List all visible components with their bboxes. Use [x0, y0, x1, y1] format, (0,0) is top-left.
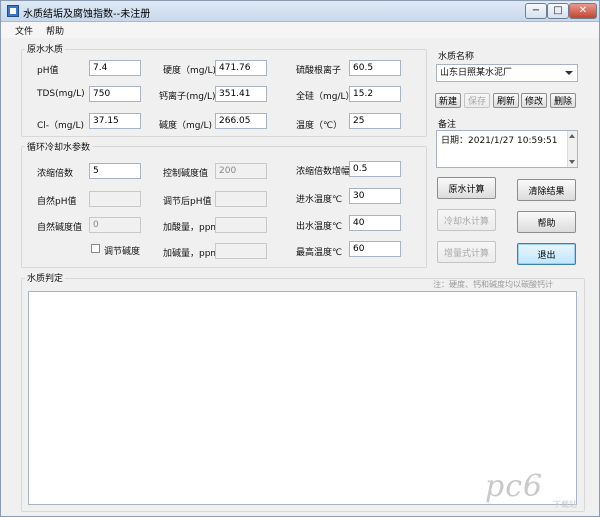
- natural-ph-input: [89, 191, 141, 207]
- app-window: 水质结垢及腐蚀指数--未注册 − □ ✕ 文件 帮助 原水水质 pH值 硬度（m…: [0, 0, 600, 517]
- calcium-carbonate-note: 注：硬度、钙和碱度均以碳酸钙计: [433, 280, 553, 289]
- exit-button[interactable]: 退出: [517, 243, 576, 265]
- control-alkalinity-input: [215, 163, 267, 179]
- edit-button[interactable]: 修改: [521, 93, 547, 108]
- save-button[interactable]: 保存: [464, 93, 490, 108]
- sulfate-input[interactable]: [349, 60, 401, 76]
- watermark-main: pc6: [485, 469, 544, 504]
- water-name-selected: 山东日照某水泥厂: [440, 68, 513, 78]
- control-alkalinity-label: 控制碱度值: [163, 169, 209, 179]
- cooling-water-title: 循环冷却水参数: [25, 140, 93, 153]
- silica-label: 全硅（mg/L）: [296, 92, 355, 102]
- alkali-dosage-input: [215, 243, 267, 259]
- window-title: 水质结垢及腐蚀指数--未注册: [23, 9, 151, 20]
- close-button[interactable]: ✕: [569, 3, 597, 19]
- watermark-sub: 下载站: [553, 500, 577, 509]
- inlet-temperature-label: 进水温度℃: [296, 195, 343, 205]
- alkalinity-input[interactable]: [215, 113, 267, 129]
- tds-label: TDS(mg/L): [37, 89, 85, 99]
- cooling-water-calc-button[interactable]: 冷却水计算: [437, 209, 496, 231]
- chloride-label: Cl-（mg/L): [37, 121, 85, 131]
- calcium-input[interactable]: [215, 86, 267, 102]
- refresh-button[interactable]: 刷新: [493, 93, 519, 108]
- remarks-scrollbar[interactable]: [567, 131, 577, 167]
- concentration-increment-input[interactable]: [349, 161, 401, 177]
- clear-results-button[interactable]: 清除结果: [517, 179, 576, 201]
- concentration-increment-label: 浓缩倍数增幅: [296, 167, 351, 177]
- raw-water-calc-button[interactable]: 原水计算: [437, 177, 496, 199]
- inlet-temperature-input[interactable]: [349, 188, 401, 204]
- chevron-down-icon[interactable]: [565, 71, 573, 75]
- maximize-button[interactable]: □: [547, 3, 569, 19]
- max-temperature-label: 最高温度℃: [296, 248, 343, 258]
- remarks-text: 日期：2021/1/27 10:59:51: [441, 136, 558, 146]
- raw-water-title: 原水水质: [25, 42, 66, 55]
- calcium-label: 钙离子(mg/L): [159, 92, 216, 102]
- adjust-alkalinity-label: 调节碱度: [104, 247, 141, 257]
- remarks-label: 备注: [438, 120, 457, 130]
- chloride-input[interactable]: [89, 113, 141, 129]
- app-icon: [7, 5, 19, 17]
- adjusted-ph-input: [215, 191, 267, 207]
- tds-input[interactable]: [89, 86, 141, 102]
- title-bar[interactable]: 水质结垢及腐蚀指数--未注册 − □ ✕: [1, 1, 599, 22]
- menu-file[interactable]: 文件: [15, 24, 33, 37]
- water-name-select[interactable]: 山东日照某水泥厂: [436, 64, 578, 82]
- alkali-dosage-label: 加碱量，ppm: [163, 249, 220, 259]
- ph-label: pH值: [37, 66, 59, 76]
- natural-alkalinity-label: 自然碱度值: [37, 223, 83, 233]
- minimize-button[interactable]: −: [525, 3, 547, 19]
- remarks-textarea[interactable]: 日期：2021/1/27 10:59:51: [436, 130, 578, 168]
- silica-input[interactable]: [349, 86, 401, 102]
- acid-dosage-input: [215, 217, 267, 233]
- hardness-input[interactable]: [215, 60, 267, 76]
- adjusted-ph-label: 调节后pH值: [163, 197, 212, 207]
- menu-bar: 文件 帮助: [1, 22, 599, 38]
- natural-alkalinity-input: [89, 217, 141, 233]
- water-judgment-title: 水质判定: [25, 271, 66, 284]
- temperature-label: 温度（℃）: [296, 121, 343, 131]
- outlet-temperature-label: 出水温度℃: [296, 222, 343, 232]
- outlet-temperature-input[interactable]: [349, 215, 401, 231]
- max-temperature-input[interactable]: [349, 241, 401, 257]
- ph-input[interactable]: [89, 60, 141, 76]
- help-button[interactable]: 帮助: [517, 211, 576, 233]
- scroll-up-icon[interactable]: [569, 134, 575, 138]
- natural-ph-label: 自然pH值: [37, 197, 77, 207]
- water-name-label: 水质名称: [438, 52, 475, 62]
- incremental-calc-button[interactable]: 增量式计算: [437, 241, 496, 263]
- menu-help[interactable]: 帮助: [46, 24, 64, 37]
- acid-dosage-label: 加酸量，ppm: [163, 223, 220, 233]
- new-button[interactable]: 新建: [435, 93, 461, 108]
- delete-button[interactable]: 删除: [550, 93, 576, 108]
- sulfate-label: 硫酸根离子: [296, 66, 342, 76]
- hardness-label: 硬度（mg/L): [163, 66, 217, 76]
- alkalinity-label: 碱度（mg/L): [159, 121, 213, 131]
- temperature-input[interactable]: [349, 113, 401, 129]
- concentration-label: 浓缩倍数: [37, 169, 74, 179]
- adjust-alkalinity-checkbox[interactable]: [91, 244, 100, 253]
- concentration-input[interactable]: [89, 163, 141, 179]
- watermark-logo: pc6 下载站: [479, 469, 589, 511]
- scroll-down-icon[interactable]: [569, 160, 575, 164]
